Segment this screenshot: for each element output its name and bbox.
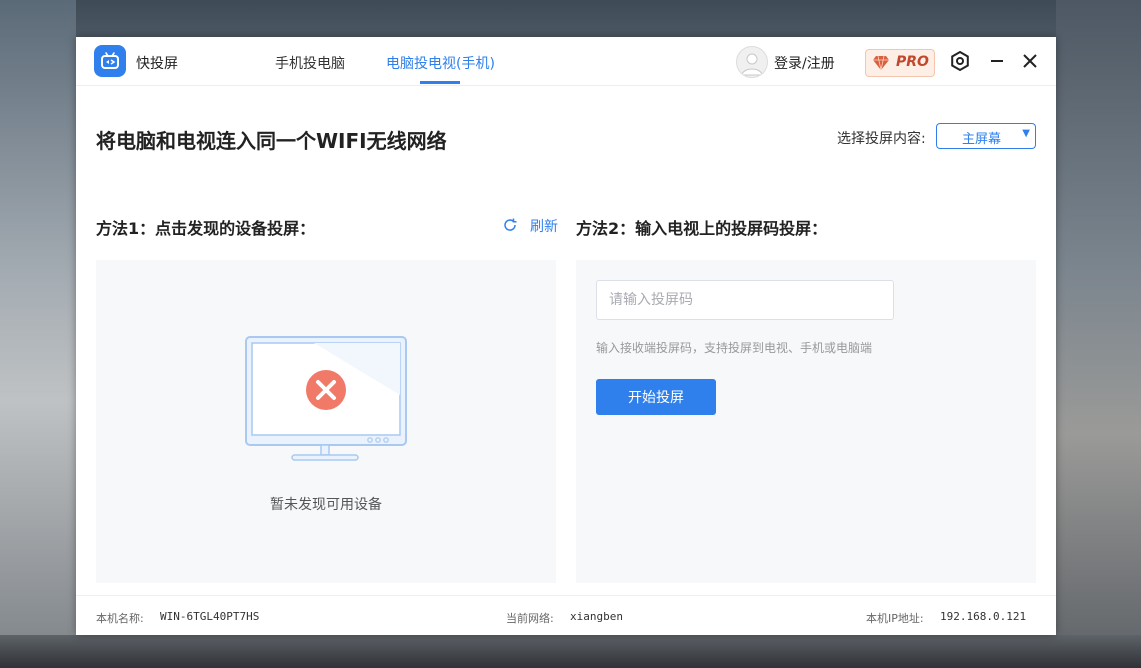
select-value: 主屏幕 xyxy=(962,132,1002,147)
network-label: 当前网络: xyxy=(506,612,554,625)
empty-state-text: 暂未发现可用设备 xyxy=(270,497,382,513)
tab-pc-to-tv[interactable]: 电脑投电视(手机) xyxy=(386,53,495,73)
device-list-panel: 暂未发现可用设备 xyxy=(96,260,556,583)
ip-label: 本机IP地址: xyxy=(866,612,924,625)
cast-code-hint: 输入接收端投屏码，支持投屏到电视、手机或电脑端 xyxy=(596,341,873,355)
app-name: 快投屏 xyxy=(136,56,178,72)
cast-code-input[interactable] xyxy=(596,280,894,320)
diamond-icon xyxy=(873,55,889,71)
machine-name-value: WIN-6TGL40PT7HS xyxy=(160,610,260,623)
refresh-icon xyxy=(504,218,517,231)
desktop-background-right xyxy=(1056,0,1141,668)
app-window: 快投屏 手机投电脑 电脑投电视(手机) 登录/注册 PRO 将电脑和电视连入同一… xyxy=(76,37,1056,635)
start-cast-button[interactable]: 开始投屏 xyxy=(596,379,716,415)
machine-name-label: 本机名称: xyxy=(96,612,144,625)
cast-code-panel: 输入接收端投屏码，支持投屏到电视、手机或电脑端 开始投屏 xyxy=(576,260,1036,583)
chevron-down-icon: ▼ xyxy=(1022,128,1030,139)
method2-title: 方法2：输入电视上的投屏码投屏： xyxy=(576,219,828,238)
close-icon[interactable] xyxy=(1018,49,1042,73)
monitor-error-icon xyxy=(245,336,407,461)
active-tab-indicator xyxy=(420,81,460,84)
desktop-background-bottom xyxy=(0,635,1141,668)
desktop-background-left xyxy=(0,0,76,668)
page-title: 将电脑和电视连入同一个WIFI无线网络 xyxy=(96,129,447,153)
tab-phone-to-pc[interactable]: 手机投电脑 xyxy=(275,53,345,73)
avatar-icon[interactable] xyxy=(736,46,768,78)
ip-value: 192.168.0.121 xyxy=(940,610,1027,623)
status-bar: 本机名称: WIN-6TGL40PT7HS 当前网络: xiangben 本机I… xyxy=(76,595,1056,636)
network-value: xiangben xyxy=(570,610,623,623)
settings-icon[interactable] xyxy=(948,49,972,73)
cast-content-select[interactable]: 主屏幕 ▼ xyxy=(936,123,1036,149)
pro-label: PRO xyxy=(896,54,929,70)
refresh-label: 刷新 xyxy=(530,219,558,235)
pro-badge-button[interactable]: PRO xyxy=(865,49,935,77)
method1-title: 方法1：点击发现的设备投屏： xyxy=(96,219,316,238)
login-register-link[interactable]: 登录/注册 xyxy=(774,53,835,73)
minimize-icon[interactable] xyxy=(985,49,1009,73)
title-bar: 快投屏 手机投电脑 电脑投电视(手机) 登录/注册 PRO xyxy=(76,37,1056,86)
select-content-label: 选择投屏内容: xyxy=(837,131,926,147)
app-logo-icon xyxy=(94,45,126,77)
